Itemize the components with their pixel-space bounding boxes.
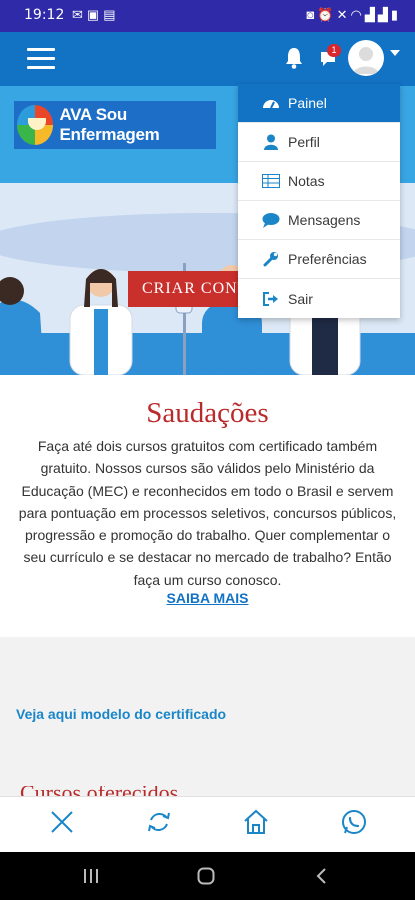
whatsapp-icon[interactable] [339, 807, 369, 837]
dropdown-item-notas[interactable]: Notas [238, 162, 400, 201]
dropdown-item-label: Sair [288, 290, 313, 307]
status-right-icons: ◙⏰✕◠▟▟▮ [307, 7, 401, 23]
site-logo[interactable]: AVA Sou Enfermagem [14, 101, 216, 149]
alarm-icon: ⏰ [317, 7, 337, 22]
user-icon [262, 133, 280, 151]
status-left-icons: ✉▣▤ [72, 7, 120, 23]
logo-title: AVA Sou Enfermagem [59, 105, 160, 144]
close-icon[interactable] [47, 807, 77, 837]
dropdown-item-label: Perfil [288, 134, 320, 150]
nfc-icon: ◙ [306, 7, 318, 22]
courses-heading-partial: Cursos oferecidos [20, 786, 255, 796]
comment-icon [262, 211, 280, 229]
lamp-logo-icon [17, 105, 54, 145]
wrench-icon [262, 250, 280, 268]
dropdown-item-label: Notas [288, 173, 325, 189]
system-navigation-bar [0, 852, 415, 900]
chevron-down-icon[interactable] [390, 50, 400, 56]
menu-icon[interactable] [27, 48, 55, 70]
avatar[interactable] [348, 40, 384, 76]
create-account-button[interactable]: CRIAR CONTA [128, 271, 248, 307]
dropdown-item-label: Mensagens [288, 212, 361, 228]
bell-icon[interactable] [284, 46, 304, 70]
dropdown-item-perfil[interactable]: Perfil [238, 123, 400, 162]
signal-icon: ▟ [364, 7, 378, 22]
home-icon[interactable] [241, 807, 271, 837]
image-icon: ▣ [86, 7, 104, 22]
back-icon[interactable] [314, 867, 328, 885]
dropdown-item-painel[interactable]: Painel [238, 84, 400, 123]
wifi-icon: ◠ [350, 7, 365, 22]
dropdown-item-mensagens[interactable]: Mensagens [238, 201, 400, 240]
bottom-toolbar [0, 796, 415, 853]
dropdown-item-sair[interactable]: Sair [238, 279, 400, 318]
courses-heading: Cursos oferecidos [20, 786, 255, 796]
user-dropdown-menu: Painel Perfil Notas Mensagens Preferênci… [238, 84, 400, 318]
recent-apps-icon[interactable] [82, 868, 100, 884]
certificate-model-link[interactable]: Veja aqui modelo do certificado [16, 706, 226, 722]
dashboard-icon [262, 94, 280, 112]
dropdown-item-label: Painel [288, 95, 327, 111]
signal-icon: ▟ [377, 7, 391, 22]
mute-icon: ✕ [336, 7, 351, 22]
dropdown-item-label: Preferências [288, 251, 367, 267]
home-button-icon[interactable] [197, 867, 215, 885]
notification-badge: 1 [327, 44, 341, 57]
refresh-icon[interactable] [144, 807, 174, 837]
welcome-heading: Saudações [146, 397, 269, 429]
table-icon [262, 172, 280, 190]
welcome-text: Faça até dois cursos gratuitos com certi… [18, 438, 397, 588]
status-time: 19:12 [24, 7, 65, 23]
battery-icon: ▮ [390, 7, 401, 22]
user-avatar-icon [353, 47, 379, 74]
mail-icon: ✉ [72, 7, 87, 22]
learn-more-link[interactable]: SAIBA MAIS [0, 590, 415, 606]
dropdown-item-preferencias[interactable]: Preferências [238, 240, 400, 279]
welcome-section: Saudações Faça até dois cursos gratuitos… [0, 375, 415, 637]
sign-out-icon [262, 290, 280, 308]
status-bar: 19:12 ✉▣▤ ◙⏰✕◠▟▟▮ [0, 0, 415, 32]
sd-card-icon: ▤ [103, 7, 120, 22]
